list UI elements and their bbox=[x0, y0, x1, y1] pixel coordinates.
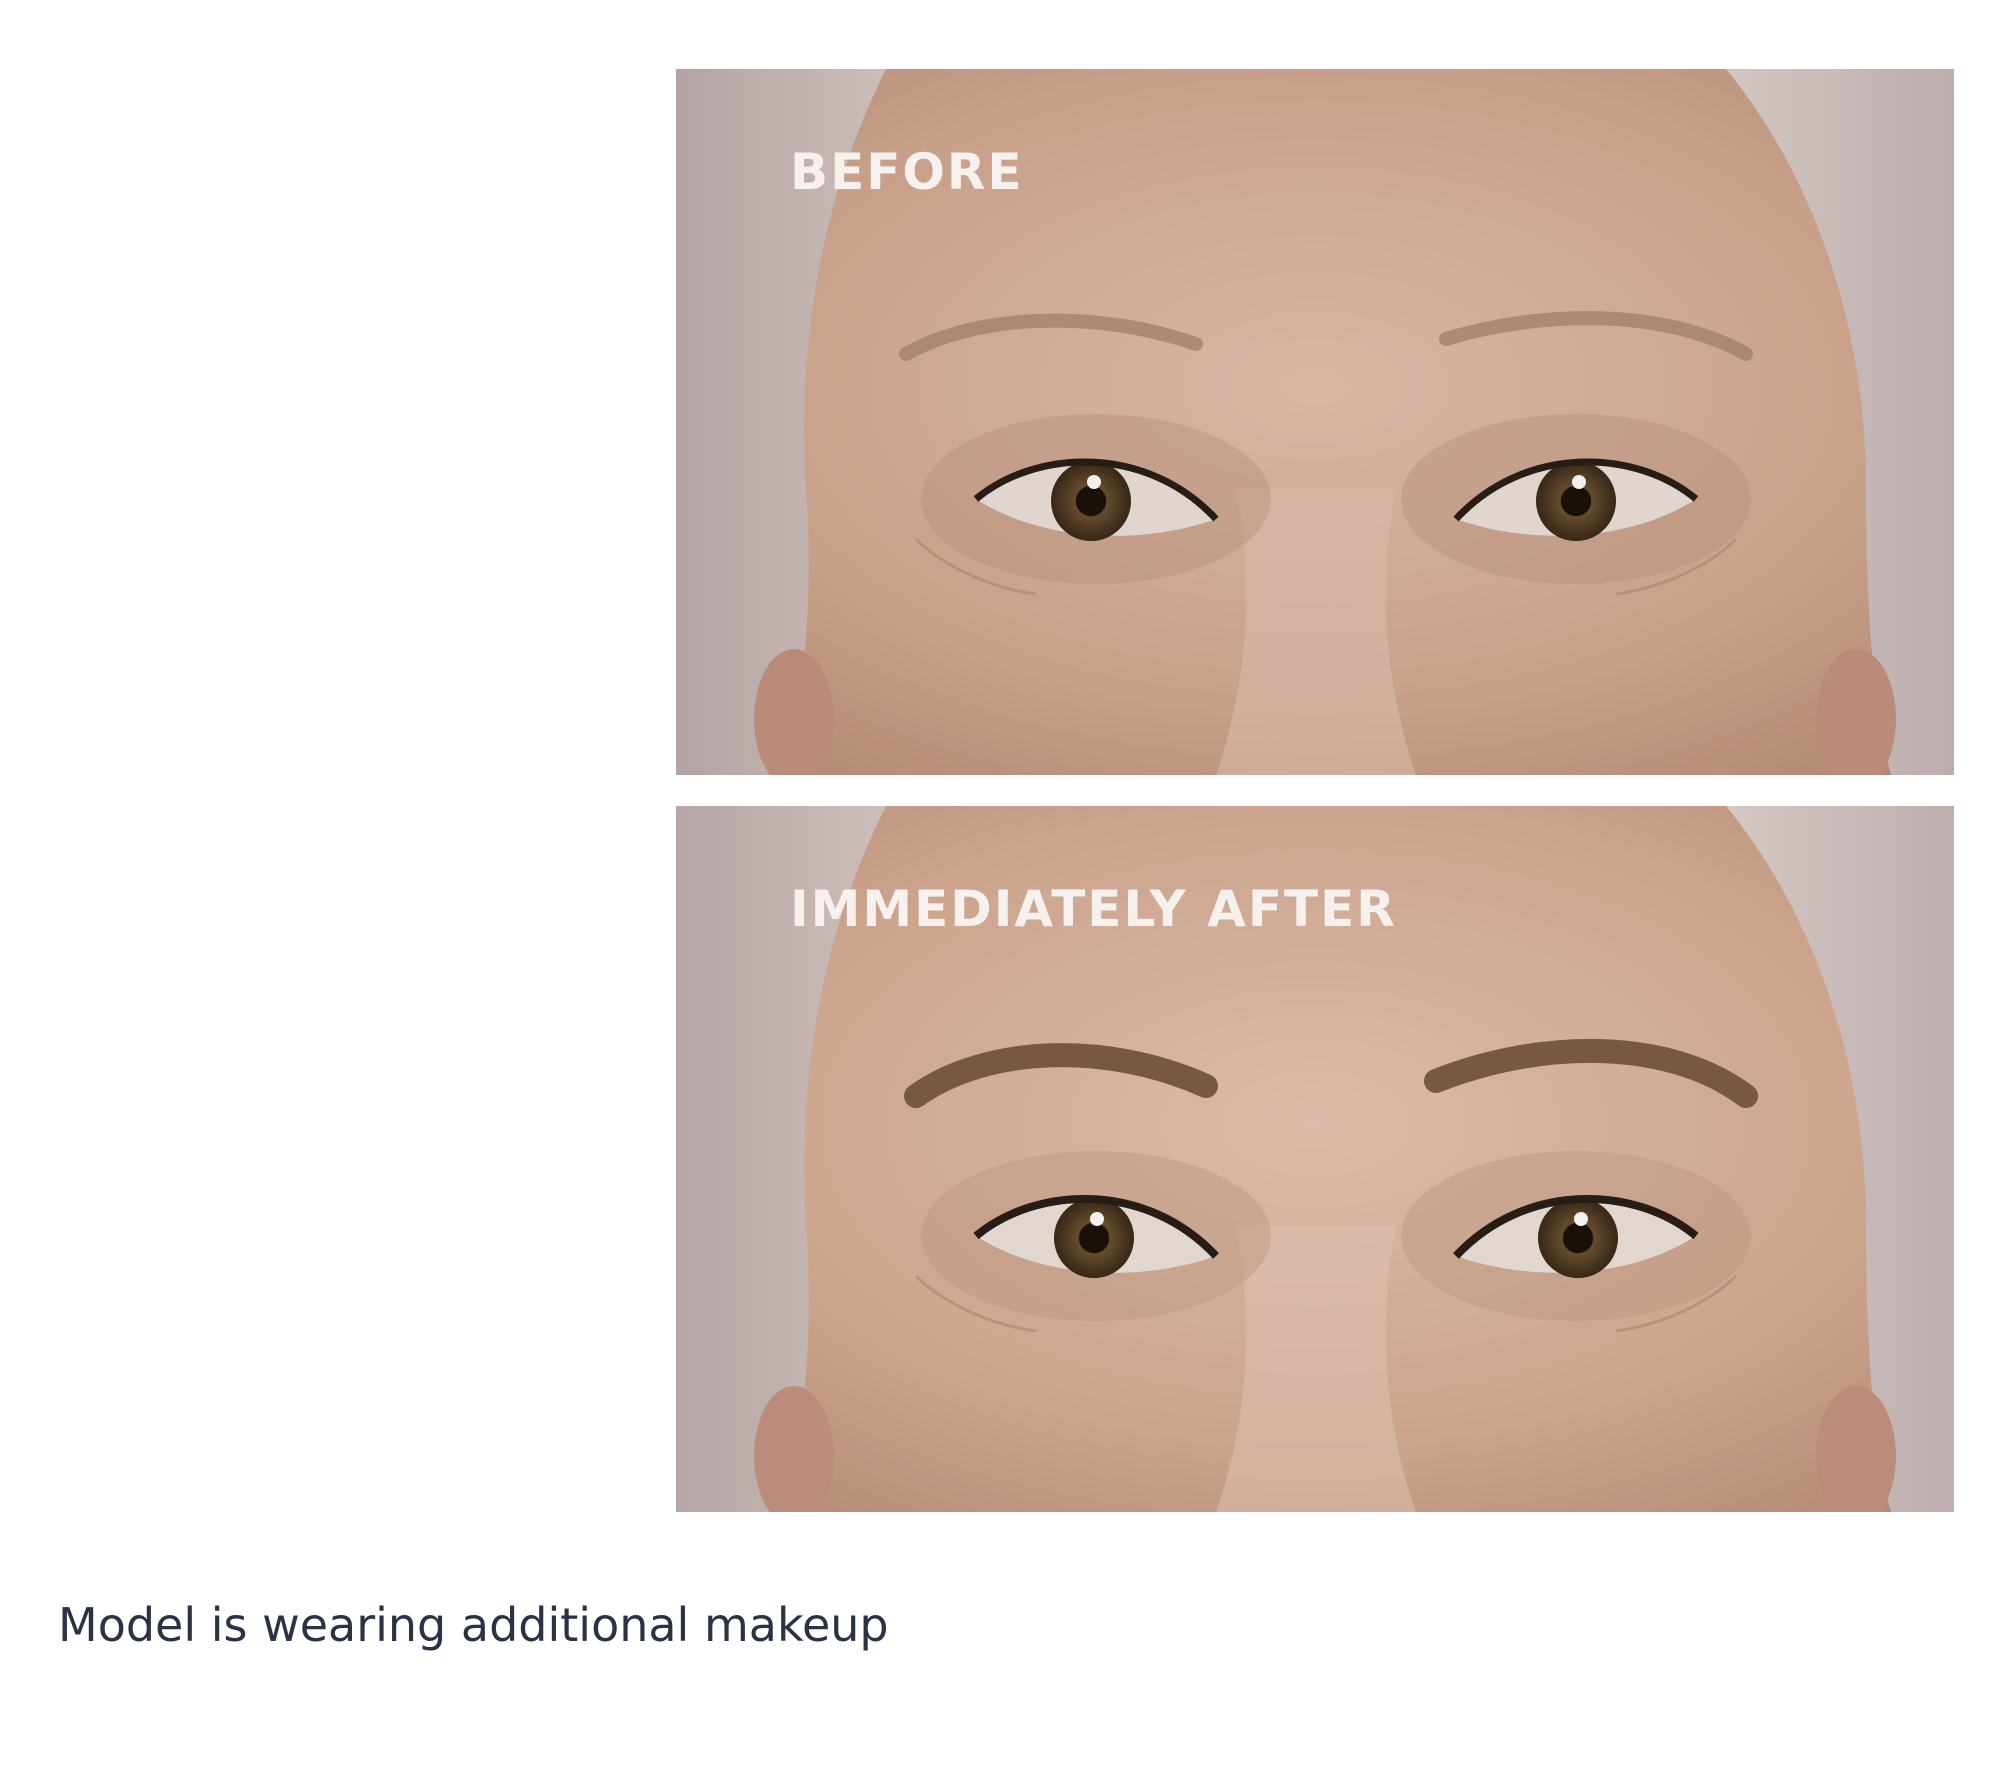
after-label: IMMEDIATELY AFTER bbox=[790, 880, 1397, 938]
after-photo: IMMEDIATELY AFTER bbox=[676, 806, 1954, 1512]
before-photo: BEFORE bbox=[676, 69, 1954, 775]
before-label: BEFORE bbox=[790, 143, 1024, 201]
makeup-disclaimer: Model is wearing additional makeup bbox=[58, 1598, 889, 1652]
